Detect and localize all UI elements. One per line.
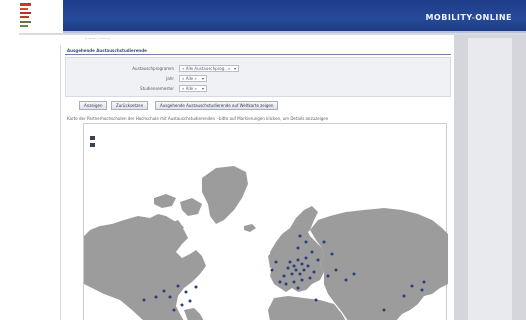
map-marker[interactable] (334, 268, 338, 272)
section-title: Ausgehende Austauschstudierende (67, 48, 147, 53)
show-button[interactable]: Anzeigen (79, 101, 108, 110)
map-marker[interactable] (188, 299, 192, 303)
map-marker[interactable] (300, 262, 304, 266)
chevron-down-icon: ▾ (201, 86, 204, 91)
filter-label-semester: Studiensemester (140, 86, 174, 91)
map-marker[interactable] (296, 258, 300, 262)
map-marker[interactable] (310, 250, 314, 254)
iceland-landmass (244, 224, 256, 232)
map-marker[interactable] (194, 285, 198, 289)
map-marker[interactable] (292, 280, 296, 284)
map-marker[interactable] (296, 286, 300, 290)
map-marker[interactable] (326, 274, 330, 278)
filter-panel: Austauschprogramm « Alle Austauschprog..… (65, 57, 451, 97)
map-marker[interactable] (330, 252, 334, 256)
map-marker[interactable] (294, 268, 298, 272)
chevron-down-icon: ▾ (233, 66, 236, 71)
map-marker[interactable] (314, 298, 318, 302)
zoom-out-icon[interactable] (90, 143, 95, 147)
map-marker[interactable] (402, 294, 406, 298)
year-select-value: « Alle » (182, 76, 197, 81)
map-marker[interactable] (306, 264, 310, 268)
filter-label-program: Austauschprogramm (132, 66, 174, 71)
map-marker[interactable] (308, 276, 312, 280)
breadcrumb-bar: ·········· ········· (19, 35, 454, 45)
reset-button[interactable]: Zurücksetzen (111, 101, 149, 110)
map-marker[interactable] (298, 234, 302, 238)
semester-select[interactable]: « Alle » ▾ (179, 85, 207, 92)
map-marker[interactable] (316, 258, 320, 262)
right-side-panel (468, 38, 512, 320)
action-buttons: Anzeigen Zurücksetzen Ausgehende Austaus… (65, 101, 451, 111)
title-divider (65, 54, 451, 55)
map-marker[interactable] (154, 295, 158, 299)
filter-row-semester: Studiensemester « Alle » ▾ (66, 85, 452, 93)
filter-label-year: Jahr (166, 76, 174, 81)
map-marker[interactable] (284, 282, 288, 286)
map-marker[interactable] (304, 256, 308, 260)
map-marker[interactable] (274, 260, 278, 264)
year-select[interactable]: « Alle » ▾ (179, 75, 207, 82)
map-marker[interactable] (176, 284, 180, 288)
greenland-landmass (202, 166, 248, 224)
show-on-world-map-button[interactable]: Ausgehende Austauschstudierende auf Welt… (155, 101, 279, 110)
header-bar: MOBILITY-ONLINE (19, 0, 526, 33)
map-marker[interactable] (282, 274, 286, 278)
brand-part-1: MOBILITY (425, 13, 472, 22)
map-marker[interactable] (410, 284, 414, 288)
semester-select-value: « Alle » (182, 86, 197, 91)
map-marker[interactable] (142, 298, 146, 302)
map-marker[interactable] (312, 270, 316, 274)
mobility-online-brand: MOBILITY-ONLINE (425, 13, 512, 22)
map-marker[interactable] (278, 280, 282, 284)
university-logo-icon[interactable] (19, 0, 63, 33)
world-map-canvas[interactable] (84, 124, 448, 320)
land-masses (84, 166, 448, 320)
world-map[interactable] (83, 123, 448, 320)
map-marker[interactable] (352, 272, 356, 276)
map-marker[interactable] (180, 303, 184, 307)
map-marker[interactable] (270, 268, 274, 272)
left-gutter (19, 45, 60, 320)
filter-row-program: Austauschprogramm « Alle Austauschprog..… (66, 65, 452, 73)
map-marker[interactable] (322, 240, 326, 244)
brand-part-2: ONLINE (475, 13, 512, 22)
breadcrumb[interactable]: ·········· ········· (85, 36, 110, 41)
map-marker[interactable] (288, 260, 292, 264)
main-content: Ausgehende Austauschstudierende Austausc… (60, 45, 454, 320)
map-marker[interactable] (290, 272, 294, 276)
map-marker[interactable] (286, 266, 290, 270)
map-marker[interactable] (296, 246, 300, 250)
central-america-landmass (184, 308, 204, 320)
map-marker[interactable] (298, 272, 302, 276)
chevron-down-icon: ▾ (201, 76, 204, 81)
map-marker[interactable] (292, 264, 296, 268)
map-marker[interactable] (382, 308, 386, 312)
filter-row-year: Jahr « Alle » ▾ (66, 75, 452, 83)
map-marker[interactable] (184, 290, 188, 294)
map-instructions: Karte der Partnerhochschulen der Hochsch… (67, 116, 329, 121)
north-america-landmass (84, 214, 206, 320)
baffin-island (180, 198, 202, 216)
map-marker[interactable] (162, 289, 166, 293)
map-marker[interactable] (422, 280, 426, 284)
zoom-in-icon[interactable] (90, 136, 95, 140)
arctic-islands (154, 194, 176, 208)
map-marker[interactable] (344, 278, 348, 282)
map-marker[interactable] (304, 240, 308, 244)
map-marker[interactable] (420, 288, 424, 292)
browser-page: MOBILITY-ONLINE ·········· ········· Aus… (19, 0, 526, 320)
map-marker[interactable] (168, 295, 172, 299)
program-select[interactable]: « Alle Austauschprog...» ▾ (179, 65, 239, 72)
program-select-value: « Alle Austauschprog...» (182, 66, 231, 71)
map-marker[interactable] (172, 308, 176, 312)
map-marker[interactable] (302, 268, 306, 272)
map-marker[interactable] (300, 278, 304, 282)
